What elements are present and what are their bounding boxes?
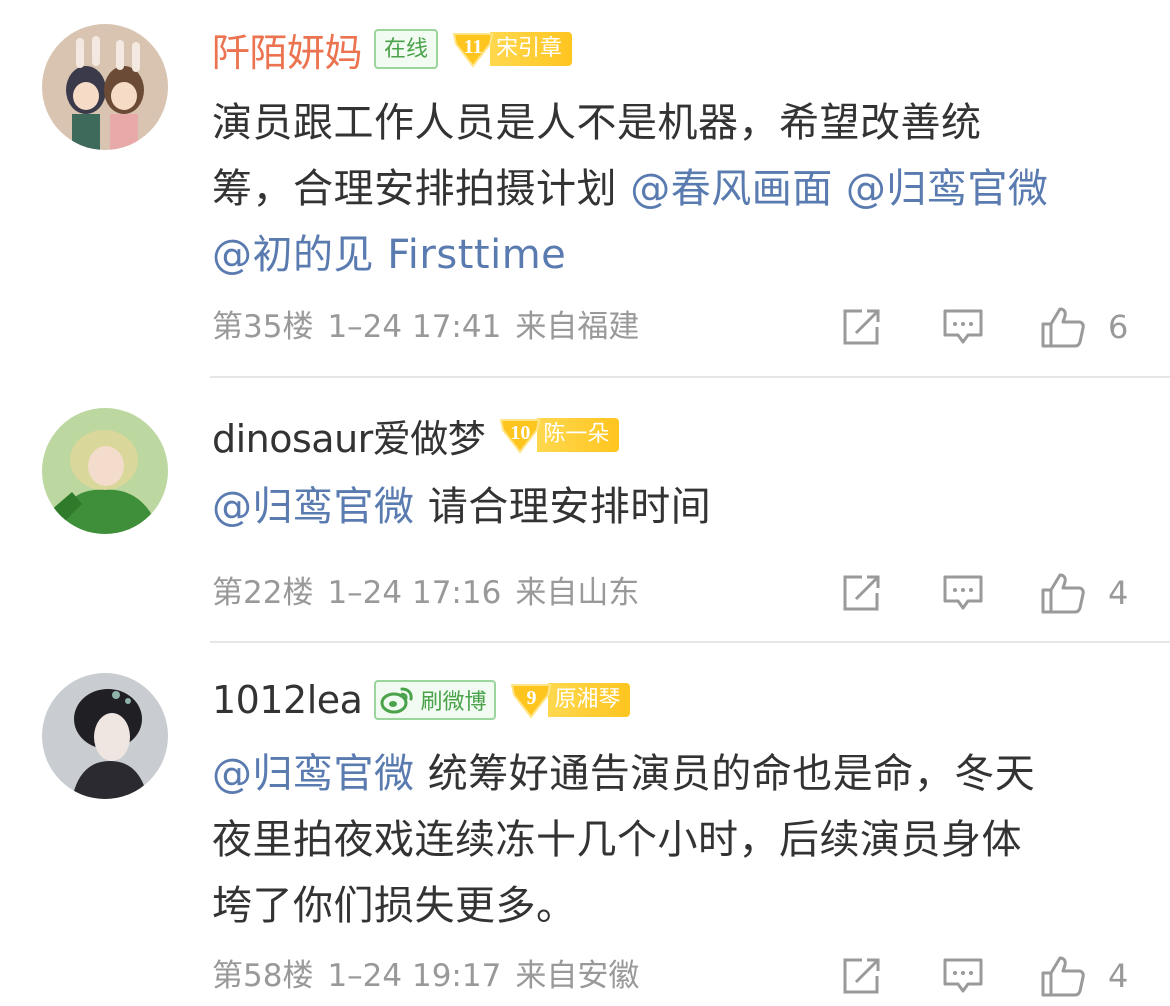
text-line: @初的见 Firsttime: [212, 222, 1142, 288]
fan-level: 10: [510, 422, 531, 444]
thumbs-up-icon: [1041, 307, 1085, 348]
mention-link[interactable]: @初的见 Firsttime: [212, 232, 566, 278]
like-button[interactable]: 4: [1040, 568, 1128, 618]
repost-button[interactable]: [840, 951, 882, 1001]
avatar[interactable]: [42, 673, 168, 799]
fan-badge-name: 宋引章: [490, 32, 573, 66]
mention-link[interactable]: @归鸾官微: [833, 166, 1049, 212]
text-line: @归鸾官微 统筹好通告演员的命也是命，冬天: [212, 741, 1142, 807]
comment-button[interactable]: [942, 568, 984, 618]
text-line: 垮了你们损失更多。: [212, 883, 577, 929]
level-diamond-icon: 9: [508, 681, 554, 719]
repost-button[interactable]: [840, 568, 882, 618]
text-line: @归鸾官微 请合理安排时间: [212, 474, 1142, 540]
fan-badge[interactable]: 9 原湘琴: [508, 681, 631, 719]
mention-link[interactable]: @归鸾官微: [212, 751, 415, 797]
location: 来自山东: [515, 575, 640, 611]
comment-text: @归鸾官微 统筹好通告演员的命也是命，冬天 夜里拍夜戏连续冻十几个小时，后续演员…: [212, 741, 1142, 939]
floor-number: 第22楼: [212, 575, 314, 611]
comment-header: dinosaur爱做梦 10 陈一朵: [212, 408, 620, 463]
timestamp: 1–24 17:41: [327, 309, 502, 345]
comment-icon: [943, 309, 983, 344]
comment-item: 阡陌妍妈 在线 11 宋引章 演员跟工作人员是人不是机器，希望改善统 筹，合理安…: [0, 0, 1170, 378]
text-segment: 筹，合理安排拍摄计划: [212, 166, 631, 212]
text-line: 演员跟工作人员是人不是机器，希望改善统: [212, 100, 982, 146]
comment-header: 阡陌妍妈 在线 11 宋引章: [212, 22, 573, 77]
comment-item: dinosaur爱做梦 10 陈一朵 @归鸾官微 请合理安排时间 第22楼 1–2…: [0, 378, 1170, 642]
text-line: 夜里拍夜戏连续冻十几个小时，后续演员身体: [212, 817, 1022, 863]
share-icon: [843, 575, 880, 611]
like-count: 6: [1108, 308, 1129, 346]
floor-number: 第58楼: [212, 958, 314, 994]
like-count: 4: [1108, 957, 1129, 995]
fan-badge-name: 陈一朵: [537, 418, 620, 452]
repost-button[interactable]: [840, 302, 882, 352]
timestamp: 1–24 17:16: [327, 575, 502, 611]
comment-meta: 第58楼 1–24 19:17 来自安徽: [212, 951, 653, 1001]
username[interactable]: dinosaur爱做梦: [212, 408, 486, 463]
comment-meta: 第35楼 1–24 17:41 来自福建: [212, 302, 653, 352]
comment-meta: 第22楼 1–24 17:16 来自山东: [212, 568, 653, 618]
weibo-badge-label: 刷微博: [420, 690, 487, 715]
fan-level: 9: [526, 687, 537, 709]
share-icon: [843, 309, 880, 345]
weibo-logo-icon: [380, 687, 414, 714]
text-line: 筹，合理安排拍摄计划 @春风画面 @归鸾官微: [212, 156, 1142, 222]
mention-link[interactable]: @归鸾官微: [212, 484, 415, 530]
comment-text: @归鸾官微 请合理安排时间: [212, 474, 1142, 540]
thumbs-up-icon: [1041, 573, 1085, 614]
comment-icon: [943, 958, 983, 993]
comment-header: 1012lea 刷微博 9 原湘琴: [212, 673, 631, 727]
mention-link[interactable]: @春风画面: [630, 166, 833, 212]
comment-icon: [943, 575, 983, 610]
comment-item: 1012lea 刷微博 9 原湘琴 @归鸾官微 统筹好通告演员的命也是命，冬天 …: [0, 643, 1170, 1006]
fan-badge-name: 原湘琴: [548, 683, 631, 717]
level-diamond-icon: 10: [497, 416, 543, 454]
share-icon: [843, 958, 880, 994]
timestamp: 1–24 19:17: [327, 958, 502, 994]
text-segment: 请合理安排时间: [414, 484, 712, 530]
location: 来自福建: [515, 309, 640, 345]
fan-badge[interactable]: 10 陈一朵: [497, 416, 620, 454]
fan-level: 11: [463, 36, 483, 58]
online-badge: 在线: [374, 29, 439, 69]
text-segment: 统筹好通告演员的命也是命，冬天: [414, 751, 1036, 797]
username[interactable]: 阡陌妍妈: [212, 22, 363, 77]
location: 来自安徽: [515, 958, 640, 994]
fan-badge[interactable]: 11 宋引章: [450, 30, 573, 68]
like-button[interactable]: 4: [1040, 951, 1128, 1001]
thumbs-up-icon: [1041, 956, 1085, 997]
like-button[interactable]: 6: [1040, 302, 1128, 352]
avatar[interactable]: [42, 408, 168, 534]
comment-button[interactable]: [942, 302, 984, 352]
avatar[interactable]: [42, 24, 168, 150]
weibo-client-badge[interactable]: 刷微博: [374, 680, 497, 720]
username[interactable]: 1012lea: [212, 678, 363, 722]
like-count: 4: [1108, 574, 1129, 612]
floor-number: 第35楼: [212, 309, 314, 345]
comment-button[interactable]: [942, 951, 984, 1001]
level-diamond-icon: 11: [450, 30, 496, 68]
comment-text: 演员跟工作人员是人不是机器，希望改善统 筹，合理安排拍摄计划 @春风画面 @归鸾…: [212, 90, 1142, 288]
